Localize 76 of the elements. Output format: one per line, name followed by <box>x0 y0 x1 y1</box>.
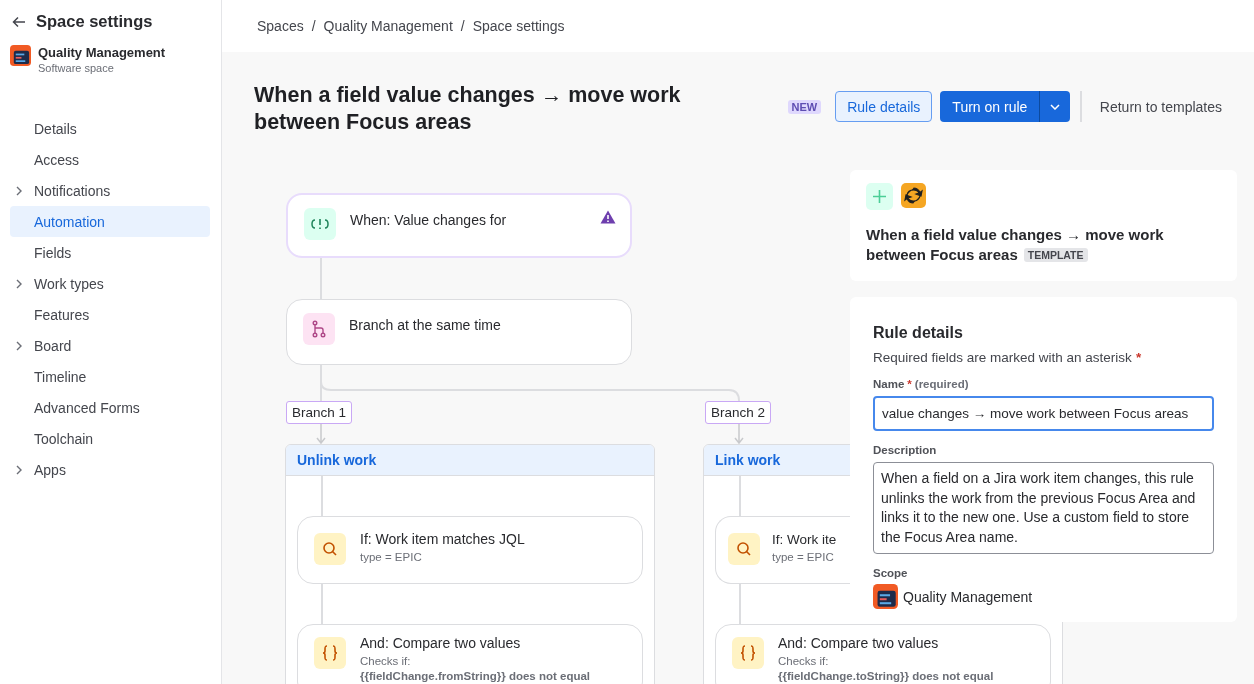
breadcrumb-link[interactable]: Space settings <box>472 18 565 34</box>
sidebar-item[interactable]: Features <box>10 299 210 330</box>
space-name: Quality Management <box>38 45 166 61</box>
step-code: {{fieldChange.fromString}} does not equal <box>360 669 591 683</box>
step-detail: type = EPIC <box>772 550 835 565</box>
space-icon <box>873 584 898 609</box>
sidebar-item[interactable]: Details <box>10 113 210 144</box>
connector-line <box>321 476 323 516</box>
trigger-node[interactable]: When: Value changes for <box>286 193 632 258</box>
connector-line <box>321 584 323 624</box>
field-hint: (required) <box>914 378 969 390</box>
breadcrumb-separator: / <box>311 18 316 34</box>
sidebar-item[interactable]: Fields <box>10 237 210 268</box>
panel-heading: Rule details <box>873 323 964 343</box>
sidebar-title: Space settings <box>36 12 153 31</box>
required-asterisk: * <box>1135 350 1142 365</box>
template-title: When a field value changes → move work between Focus areas TEMPLATE <box>866 225 1165 265</box>
search-icon <box>314 533 346 565</box>
branch-label: Branch 1 <box>286 401 353 424</box>
breadcrumb-link[interactable]: Spaces <box>257 18 304 34</box>
step-code: {{fieldChange.toString}} does not equal <box>778 669 994 683</box>
step-title: If: Work item matches JQL <box>360 531 525 548</box>
branch-node-label: Branch at the same time <box>349 316 501 335</box>
branch-label: Branch 2 <box>705 401 772 424</box>
sidebar-item[interactable]: Access <box>10 144 210 175</box>
connector-line <box>739 584 741 624</box>
arrow-connector <box>316 423 326 445</box>
sidebar-item[interactable]: Timeline <box>10 361 210 392</box>
connector-line <box>739 476 741 516</box>
name-input-field[interactable]: value changes → move work between Focus areas <box>873 396 1214 431</box>
step-title: And: Compare two values <box>778 635 940 652</box>
branch-node[interactable]: Branch at the same time <box>286 299 632 365</box>
dropdown-button[interactable] <box>1039 91 1071 122</box>
braces-icon <box>314 637 346 669</box>
back-arrow-icon[interactable] <box>12 15 26 28</box>
braces-icon <box>732 637 764 669</box>
trigger-icon <box>304 208 336 240</box>
search-icon <box>728 533 760 565</box>
new-badge: NEW <box>787 99 822 114</box>
step-detail: Checks if: <box>360 654 412 669</box>
step-title: And: Compare two values <box>360 635 522 652</box>
step-detail: type = EPIC <box>360 550 423 565</box>
field-label: Scope <box>873 567 908 579</box>
space-icon <box>10 45 31 66</box>
step-card[interactable]: If: Work item matches JQL type = EPIC <box>297 516 643 584</box>
step-card[interactable]: And: Compare two values Checks if: {{fieldChange.fromString}} does not equal <box>297 624 643 684</box>
scope-value: Quality Management <box>903 588 1033 605</box>
field-label: Name <box>873 378 905 390</box>
breadcrumb-separator: / <box>460 18 465 34</box>
sidebar-item[interactable]: Board <box>10 330 210 361</box>
required-asterisk: * <box>907 378 912 390</box>
step-card[interactable]: If: Work ite type = EPIC <box>715 516 850 584</box>
trigger-label: When: Value changes for <box>350 211 507 230</box>
arrow-connector <box>734 423 744 445</box>
sidebar-item[interactable]: Toolchain <box>10 423 210 454</box>
turn-on-rule-button[interactable]: Turn on rule <box>940 91 1040 122</box>
step-title: If: Work ite <box>772 531 837 548</box>
sync-icon[interactable] <box>901 183 926 208</box>
field-label: Description <box>873 444 937 456</box>
chevron-down-icon <box>1050 103 1061 110</box>
sidebar-item[interactable]: Notifications <box>10 175 210 206</box>
branch-icon <box>303 313 335 345</box>
required-note: Required fields are marked with an asterisk <box>873 350 1132 365</box>
sidebar-item[interactable]: Apps <box>10 454 210 485</box>
step-card[interactable]: And: Compare two values Checks if: {{fieldChange.toString}} does not equal <box>715 624 1051 684</box>
step-detail: Checks if: <box>778 654 830 669</box>
description-field[interactable]: When a field on a Jira work item changes, this rule unlinks the work from the previous Focus Area and links it to the new one. Use a custom field to store the Focus Area name. <box>873 462 1214 554</box>
rule-details-button[interactable]: Rule details <box>835 91 933 122</box>
sidebar-item[interactable]: Automation <box>10 206 210 237</box>
space-type: Software space <box>38 61 115 75</box>
return-to-templates-link[interactable]: Return to templates <box>1099 98 1222 115</box>
sidebar-item[interactable]: Advanced Forms <box>10 392 210 423</box>
breadcrumb-link[interactable]: Quality Management <box>323 18 453 34</box>
sidebar-item[interactable]: Work types <box>10 268 210 299</box>
rule-title: When a field value changes → move work between Focus areas <box>254 82 682 136</box>
branch-title: Unlink work <box>286 445 654 476</box>
